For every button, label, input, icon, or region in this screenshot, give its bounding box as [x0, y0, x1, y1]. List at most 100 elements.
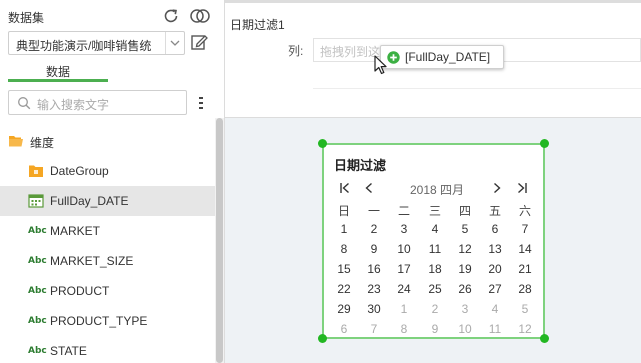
column-label: 列:	[288, 44, 304, 58]
search-placeholder: 输入搜索文字	[37, 98, 110, 112]
search-input[interactable]: 输入搜索文字	[8, 90, 187, 115]
more-vertical-icon[interactable]	[198, 95, 204, 111]
field-item[interactable]: Abc PRODUCT_TYPE	[0, 306, 215, 336]
resize-handle[interactable]	[540, 139, 549, 148]
calendar-day-other-month[interactable]: 12	[513, 322, 537, 336]
calendar-day[interactable]: 23	[362, 282, 386, 296]
calendar-day[interactable]: 24	[392, 282, 416, 296]
calendar-day[interactable]: 14	[513, 242, 537, 256]
resize-handle[interactable]	[318, 139, 327, 148]
dataset-panel: 数据集 典型功能演示/咖啡销售统 数据 输入搜索文字 维度 DateGroup …	[0, 0, 225, 363]
folder-icon	[29, 165, 43, 177]
add-circle-icon	[387, 51, 400, 64]
calendar-day[interactable]: 7	[513, 222, 537, 236]
field-item[interactable]: Abc MARKET	[0, 216, 215, 246]
calendar-day[interactable]: 17	[392, 262, 416, 276]
top-divider	[225, 0, 641, 3]
calendar-day-other-month[interactable]: 8	[392, 322, 416, 336]
text-type-icon: Abc	[28, 316, 47, 326]
month-label: 2018 四月	[409, 183, 465, 197]
field-label: STATE	[50, 344, 87, 358]
chevron-right-icon[interactable]	[491, 182, 503, 194]
calendar-day[interactable]: 13	[483, 242, 507, 256]
binding-panel: 日期过滤1 列: 拖拽列到这里或添加 [FullDay_DATE]	[225, 0, 641, 118]
field-item[interactable]: FullDay_DATE	[0, 186, 215, 216]
calendar-day[interactable]: 11	[423, 242, 447, 256]
refresh-icon[interactable]	[162, 7, 180, 25]
calendar-day[interactable]: 4	[423, 222, 447, 236]
calendar-day[interactable]: 20	[483, 262, 507, 276]
first-page-icon[interactable]	[339, 182, 351, 194]
date-filter-widget[interactable]: 日期过滤 2018 四月 日一二三四五六 1 2 3 4 5 6 7 8 9 10 11 12 13 14…	[318, 139, 549, 343]
calendar-day[interactable]: 28	[513, 282, 537, 296]
dragging-field-chip[interactable]: [FullDay_DATE]	[380, 45, 504, 69]
calendar-day[interactable]: 19	[453, 262, 477, 276]
calendar-day[interactable]: 18	[423, 262, 447, 276]
calendar-day[interactable]: 27	[483, 282, 507, 296]
calendar-icon	[28, 194, 44, 208]
field-item[interactable]: Abc PRODUCT	[0, 276, 215, 306]
calendar-day[interactable]: 29	[332, 302, 356, 316]
dataset-switch-icon[interactable]	[190, 7, 210, 25]
field-label: PRODUCT_TYPE	[50, 314, 148, 328]
calendar-day[interactable]: 22	[332, 282, 356, 296]
calendar-day[interactable]: 5	[453, 222, 477, 236]
weekday-label: 日	[337, 204, 350, 218]
calendar-day-other-month[interactable]: 11	[483, 322, 507, 336]
calendar-day-other-month[interactable]: 7	[362, 322, 386, 336]
tree-scrollbar[interactable]	[215, 118, 224, 363]
dataset-select[interactable]: 典型功能演示/咖啡销售统	[8, 31, 185, 55]
folder-open-icon	[9, 136, 23, 147]
calendar-day-other-month[interactable]: 1	[392, 302, 416, 316]
component-title: 日期过滤1	[230, 18, 285, 32]
weekday-label: 四	[458, 204, 471, 218]
calendar-day[interactable]: 10	[392, 242, 416, 256]
calendar-day[interactable]: 3	[392, 222, 416, 236]
calendar-day[interactable]: 2	[362, 222, 386, 236]
mouse-cursor-icon	[374, 55, 387, 75]
edit-icon[interactable]	[190, 33, 208, 51]
field-label: FullDay_DATE	[50, 194, 129, 208]
calendar-day[interactable]: 6	[483, 222, 507, 236]
calendar-day-other-month[interactable]: 6	[332, 322, 356, 336]
widget-title: 日期过滤	[334, 158, 387, 173]
secondary-drop-zone[interactable]	[313, 88, 641, 116]
calendar-day-other-month[interactable]: 5	[513, 302, 537, 316]
text-type-icon: Abc	[28, 256, 47, 266]
weekday-label: 二	[397, 204, 410, 218]
last-page-icon[interactable]	[516, 182, 528, 194]
field-label: MARKET	[50, 224, 101, 238]
calendar-day-other-month[interactable]: 9	[423, 322, 447, 336]
resize-handle[interactable]	[540, 334, 549, 343]
tree-group-dimensions[interactable]: 维度	[0, 126, 215, 156]
field-item[interactable]: Abc STATE	[0, 336, 215, 363]
calendar-day[interactable]: 16	[362, 262, 386, 276]
calendar-day[interactable]: 15	[332, 262, 356, 276]
weekday-label: 六	[518, 204, 531, 218]
resize-handle[interactable]	[318, 334, 327, 343]
calendar-day[interactable]: 25	[423, 282, 447, 296]
field-label: MARKET_SIZE	[50, 254, 134, 268]
drag-chip-label: [FullDay_DATE]	[405, 50, 491, 64]
weekday-label: 五	[488, 204, 501, 218]
field-item[interactable]: DateGroup	[0, 156, 215, 186]
chevron-left-icon[interactable]	[363, 182, 375, 194]
dataset-title: 数据集	[8, 11, 45, 25]
calendar-day[interactable]: 1	[332, 222, 356, 236]
chevron-down-icon[interactable]	[169, 36, 181, 50]
calendar-day[interactable]: 26	[453, 282, 477, 296]
calendar-day-other-month[interactable]: 4	[483, 302, 507, 316]
tree-group-label: 维度	[30, 136, 55, 150]
tab-active-indicator	[8, 79, 108, 82]
calendar-day[interactable]: 21	[513, 262, 537, 276]
search-icon	[18, 97, 31, 110]
calendar-day-other-month[interactable]: 10	[453, 322, 477, 336]
calendar-day-other-month[interactable]: 3	[453, 302, 477, 316]
calendar-day[interactable]: 12	[453, 242, 477, 256]
calendar-day[interactable]: 8	[332, 242, 356, 256]
scrollbar-thumb[interactable]	[216, 118, 223, 363]
calendar-day[interactable]: 9	[362, 242, 386, 256]
calendar-day-other-month[interactable]: 2	[423, 302, 447, 316]
calendar-day[interactable]: 30	[362, 302, 386, 316]
field-item[interactable]: Abc MARKET_SIZE	[0, 246, 215, 276]
